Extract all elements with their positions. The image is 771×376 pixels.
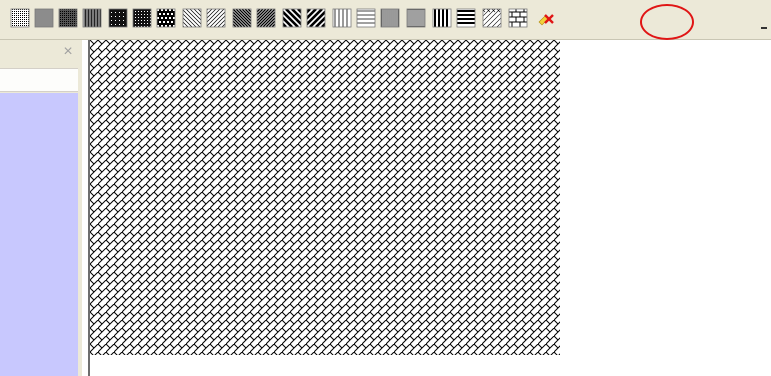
pattern-wide-downward-diagonal-button[interactable] [282, 8, 302, 28]
narrow-vertical-icon [380, 8, 400, 28]
wide-upward-diagonal-icon [306, 8, 326, 28]
side-pane-tab-strip [0, 68, 78, 92]
pattern-wide-upward-diagonal-button[interactable] [306, 8, 326, 28]
pattern-horizontal-brick-button[interactable] [508, 8, 528, 28]
pattern-light-upward-diagonal-button[interactable] [206, 8, 226, 28]
pattern-dots-75-button[interactable] [82, 8, 102, 28]
dark-vertical-icon [432, 8, 452, 28]
dark-upward-diagonal-icon [256, 8, 276, 28]
clear-pattern-button[interactable] [536, 8, 556, 28]
toolbar-overflow-chevron-icon[interactable] [760, 22, 768, 30]
dark-downward-diagonal-icon [232, 8, 252, 28]
side-pane-body [0, 93, 78, 376]
light-horizontal-icon [356, 8, 376, 28]
pattern-dark-downward-diagonal-button[interactable] [232, 8, 252, 28]
pattern-dark-upward-diagonal-button[interactable] [256, 8, 276, 28]
side-pane-header: × [0, 40, 82, 68]
pattern-light-downward-diagonal-button[interactable] [182, 8, 202, 28]
light-downward-diagonal-icon [182, 8, 202, 28]
dark-horizontal-icon [456, 8, 476, 28]
eraser-x-icon [538, 14, 554, 26]
pattern-dark-horizontal-button[interactable] [456, 8, 476, 28]
dots-50-percent-icon [10, 8, 30, 28]
pattern-large-checker-button[interactable] [156, 8, 176, 28]
highlight-annotation-circle [640, 4, 694, 40]
light-vertical-icon [332, 8, 352, 28]
solid-gray-icon [34, 8, 54, 28]
pattern-light-horizontal-button[interactable] [356, 8, 376, 28]
pattern-narrow-vertical-button[interactable] [380, 8, 400, 28]
light-upward-diagonal-icon [206, 8, 226, 28]
horizontal-brick-icon [508, 8, 528, 28]
side-pane-close-button[interactable]: × [60, 43, 76, 61]
side-pane-splitter[interactable] [78, 40, 82, 376]
pattern-light-vertical-button[interactable] [332, 8, 352, 28]
side-pane: × [0, 40, 82, 376]
pattern-dots-70-button[interactable] [58, 8, 78, 28]
dots-75-percent-icon [82, 8, 102, 28]
dots-80-percent-icon [108, 8, 128, 28]
large-checker-icon [156, 8, 176, 28]
diagonal-brick-icon [482, 8, 502, 28]
pattern-dark-vertical-button[interactable] [432, 8, 452, 28]
wide-downward-diagonal-icon [282, 8, 302, 28]
narrow-horizontal-icon [406, 8, 426, 28]
pattern-diagonal-brick-button[interactable] [482, 8, 502, 28]
pattern-solid-gray-button[interactable] [34, 8, 54, 28]
diagonal-brick-pattern-fill [90, 40, 560, 355]
pattern-dots-90-button[interactable] [132, 8, 152, 28]
dots-70-percent-icon [58, 8, 78, 28]
pattern-dense-dots-50-button[interactable] [10, 8, 30, 28]
pattern-narrow-horizontal-button[interactable] [406, 8, 426, 28]
dots-90-percent-icon [132, 8, 152, 28]
pattern-dots-80-button[interactable] [108, 8, 128, 28]
pattern-toolbar [0, 0, 771, 40]
drawing-canvas[interactable] [90, 40, 771, 376]
